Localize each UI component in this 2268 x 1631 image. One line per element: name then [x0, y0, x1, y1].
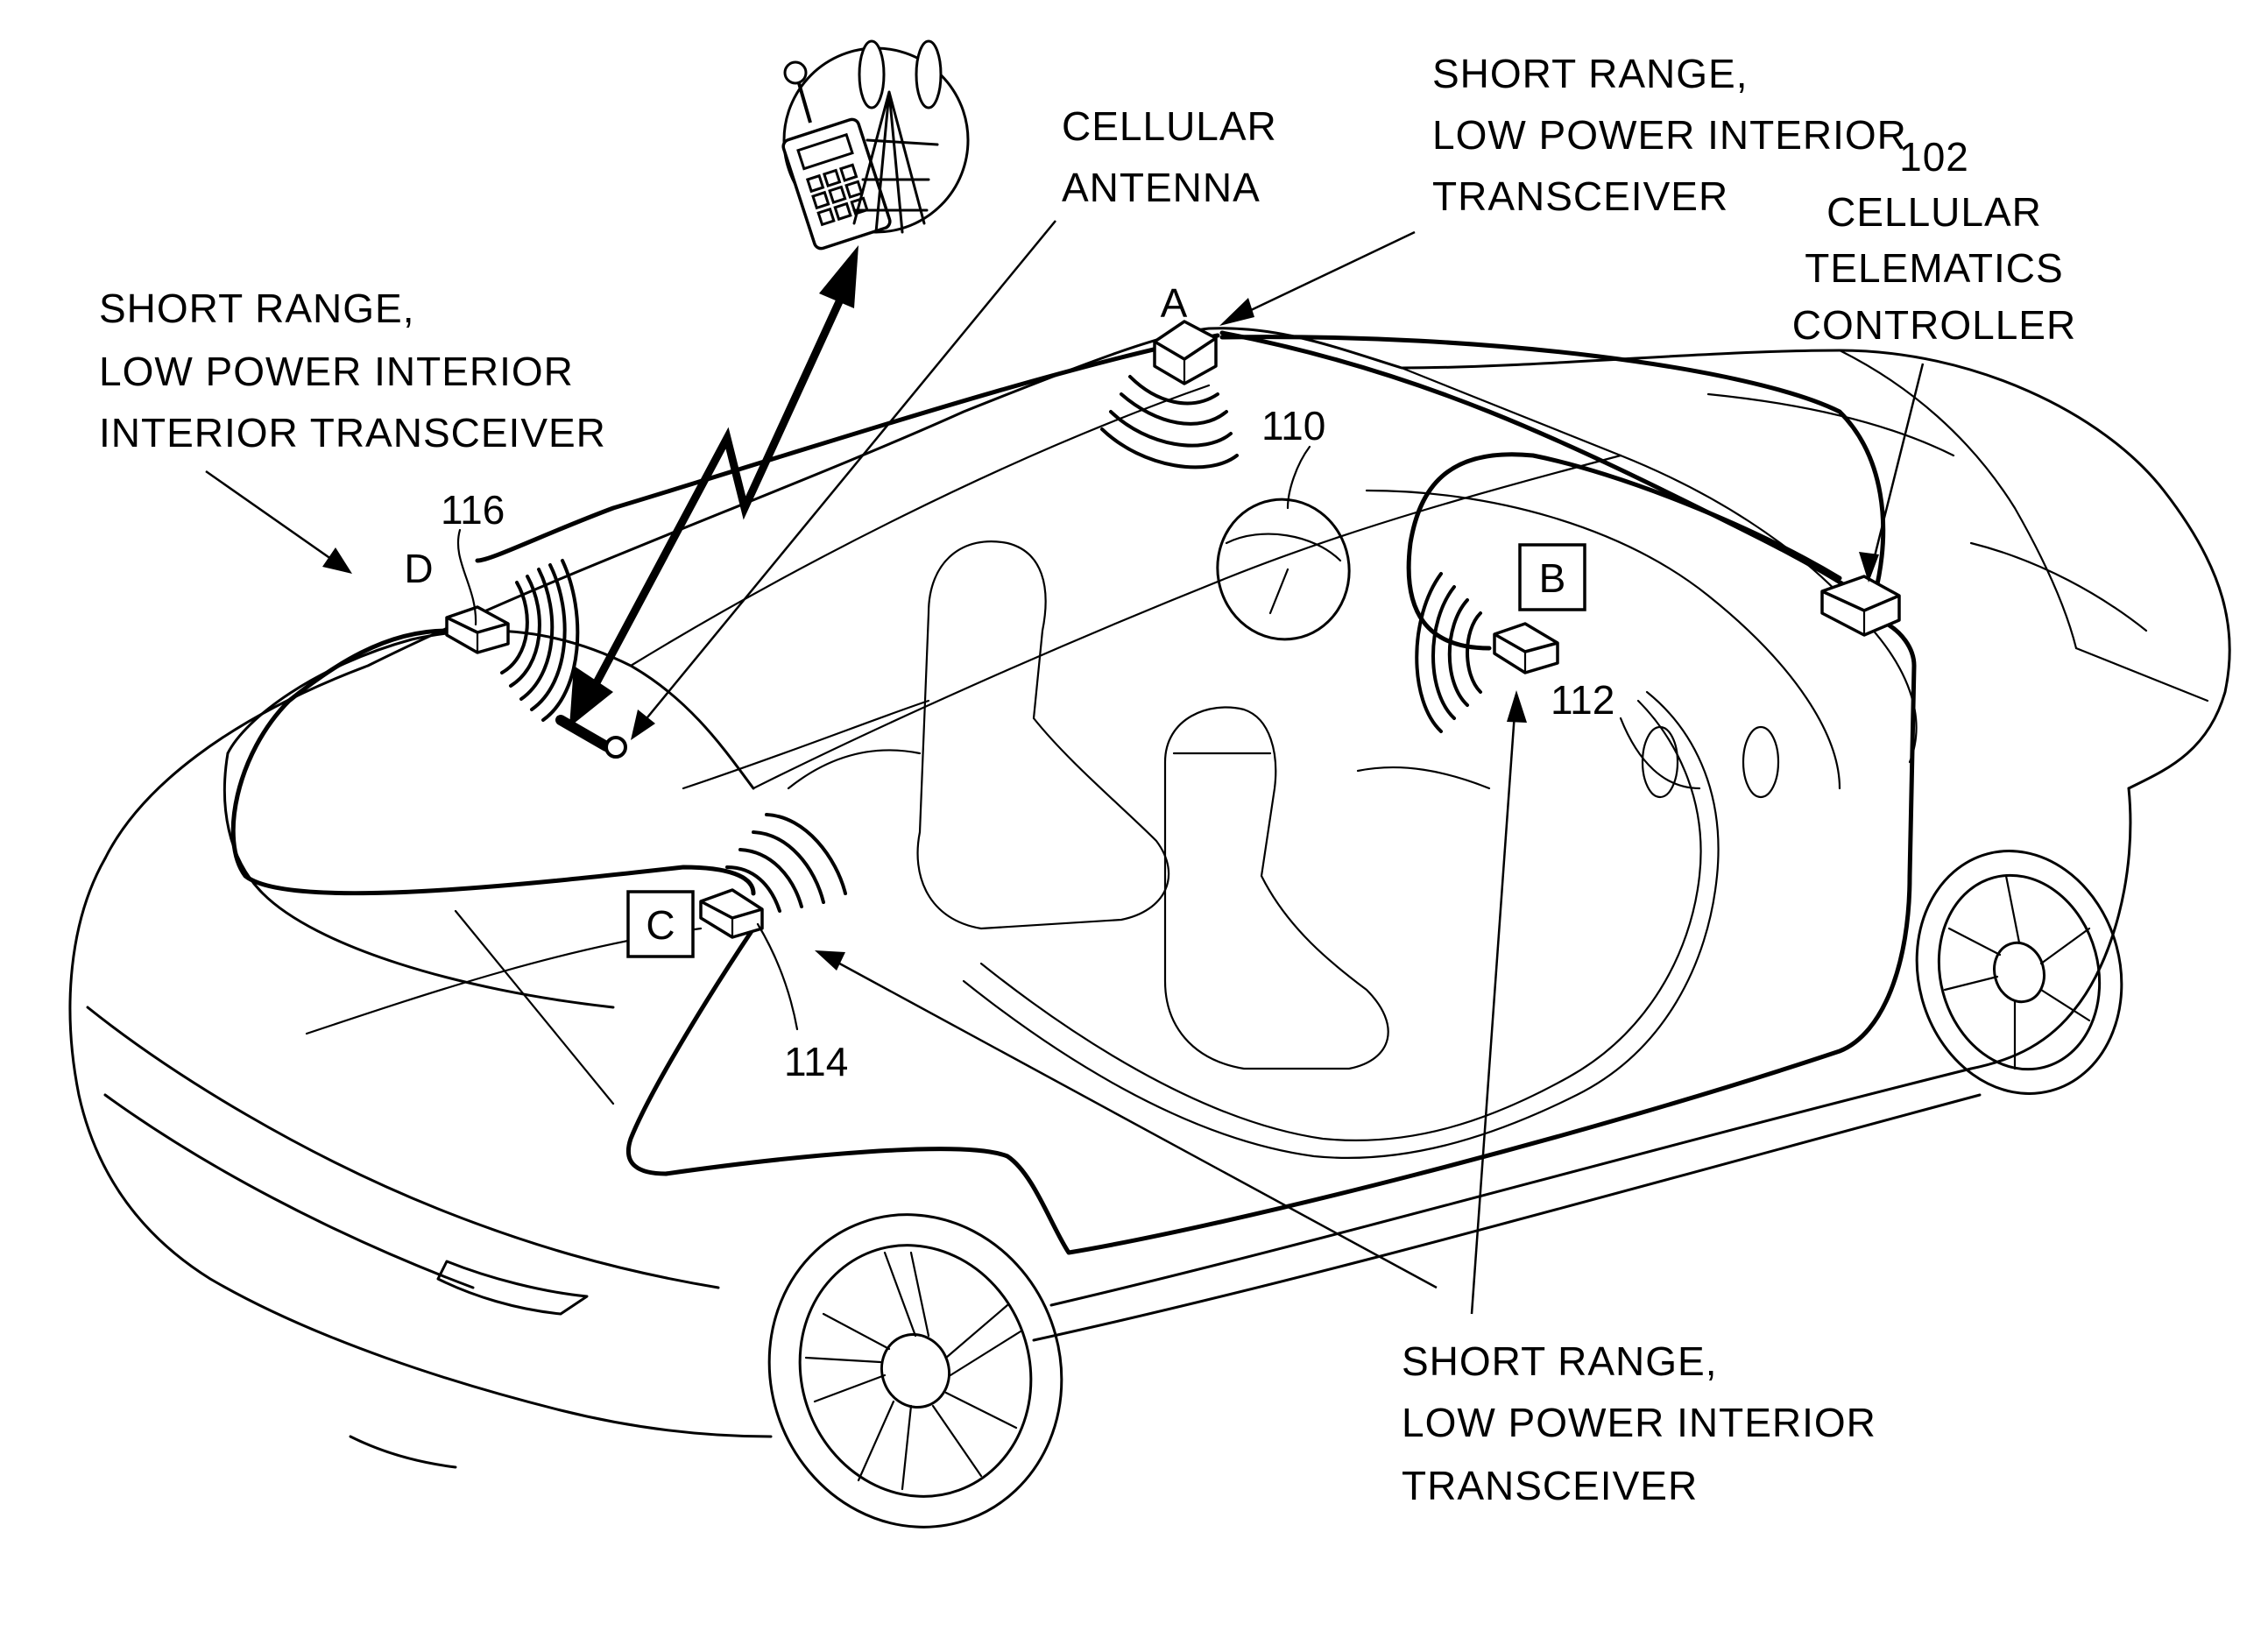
label-line: 102 — [1899, 134, 1969, 180]
signal-waves-a — [1100, 375, 1239, 470]
label-transceiver-bc: SHORT RANGE, LOW POWER INTERIOR TRANSCEI… — [1402, 1338, 1876, 1508]
ref-numeral-116: 116 — [441, 487, 505, 533]
label-line: ANTENNA — [1062, 165, 1261, 210]
label-transceiver-d: SHORT RANGE, LOW POWER INTERIOR INTERIOR… — [99, 286, 606, 455]
label-line: TRANSCEIVER — [1432, 173, 1728, 219]
position-letter-b: B — [1539, 555, 1566, 601]
ref-numeral-112: 112 — [1551, 677, 1614, 723]
wiring-harness — [230, 330, 1917, 1255]
transceiver-d — [445, 559, 580, 722]
label-cellular-antenna: CELLULAR ANTENNA — [1062, 103, 1277, 210]
transceiver-c — [699, 813, 847, 939]
ref-numeral-114: 114 — [784, 1039, 848, 1084]
label-line: SHORT RANGE, — [1432, 51, 1748, 96]
position-letter-d: D — [404, 546, 433, 591]
ref-numeral-110: 110 — [1261, 403, 1325, 448]
label-line: CELLULAR — [1826, 189, 2042, 235]
label-line: LOW POWER INTERIOR — [1432, 112, 1907, 158]
signal-waves-b — [1415, 572, 1482, 733]
telematics-controller — [1820, 575, 1901, 637]
car-body — [68, 327, 2231, 1469]
position-letter-b-box: B — [1518, 543, 1586, 611]
label-line: INTERIOR TRANSCEIVER — [99, 410, 606, 455]
transceiver-a — [1100, 320, 1239, 470]
label-line: LOW POWER INTERIOR — [1402, 1400, 1876, 1445]
position-letter-c: C — [646, 902, 675, 948]
interior — [682, 489, 1841, 1159]
label-line: SHORT RANGE, — [99, 286, 414, 331]
label-line: TELEMATICS — [1805, 245, 2063, 291]
label-line: CELLULAR — [1062, 103, 1277, 149]
position-letter-a: A — [1161, 280, 1188, 326]
vehicle-telematics-diagram: CELLULAR ANTENNA SHORT RANGE, LOW POWER … — [68, 39, 2231, 1529]
label-line: SHORT RANGE, — [1402, 1338, 1717, 1384]
rear-wheel — [767, 1213, 1063, 1529]
label-line: TRANSCEIVER — [1402, 1463, 1698, 1508]
label-line: CONTROLLER — [1792, 302, 2076, 348]
label-controller: 102 CELLULAR TELEMATICS CONTROLLER — [1792, 134, 2076, 348]
lightning-bolt-double-arrow-icon — [569, 245, 858, 727]
front-wheel — [1915, 850, 2123, 1095]
label-line: LOW POWER INTERIOR — [99, 349, 574, 394]
position-letter-c-box: C — [626, 890, 695, 958]
phone-and-tower-icon — [781, 39, 970, 251]
